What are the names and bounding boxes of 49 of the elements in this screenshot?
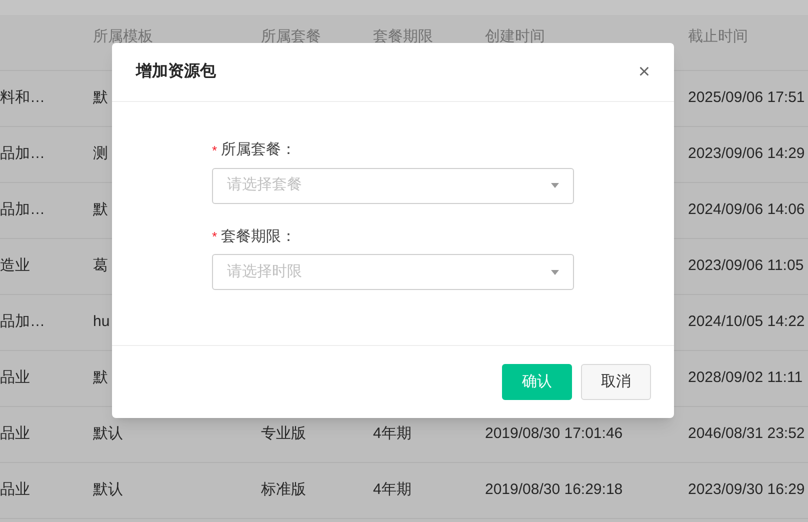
column-header: 所属模板 (93, 29, 153, 44)
required-mark: * (212, 228, 218, 246)
close-button[interactable]: × (638, 62, 650, 82)
table-cell-text: 品业 (0, 480, 30, 500)
field-label: 所属套餐： (221, 140, 296, 160)
table-cell-text: 2046/08/31 23:52 (688, 424, 805, 444)
table-cell-text: 品业 (0, 368, 30, 388)
table-cell-text: 2023/09/06 11:05 (688, 256, 804, 276)
caret-icon (551, 183, 559, 188)
table-cell-text: 2019/08/30 16:29:18 (485, 480, 623, 500)
cancel-button[interactable]: 取消 (581, 364, 651, 400)
required-mark: * (212, 142, 218, 160)
table-cell-text: 造业 (0, 256, 30, 276)
select-placeholder: 请选择套餐 (227, 175, 302, 196)
table-cell-text: 标准版 (261, 480, 306, 500)
table-cell-text: 2019/08/30 17:01:46 (485, 424, 623, 444)
column-header: 截止时间 (688, 29, 748, 44)
column-header: 创建时间 (485, 29, 545, 44)
select-placeholder: 请选择时限 (227, 262, 302, 282)
table-cell-text: 葛 (93, 256, 108, 276)
dialog-title: 增加资源包 (136, 62, 216, 82)
table-cell-text: 默认 (93, 424, 123, 444)
table-cell-text: 测 (93, 144, 108, 164)
field-label: 套餐期限： (221, 226, 296, 246)
table-cell-text: 2023/09/30 16:29 (688, 480, 805, 500)
column-header: 所属套餐 (261, 29, 321, 44)
select-field[interactable]: 请选择套餐 (212, 168, 574, 204)
table-cell-text: 料和… (0, 88, 45, 108)
table-cell-text: hu (93, 312, 110, 332)
table-cell-text: 2024/09/06 14:06 (688, 200, 805, 220)
table-cell-text: 默 (93, 368, 108, 388)
table-cell-text: 品加… (0, 312, 45, 332)
table-cell-text: 2024/10/05 14:22 (688, 312, 805, 332)
table-cell-text: 4年期 (373, 480, 412, 500)
table-cell-text: 4年期 (373, 424, 412, 444)
table-cell-text: 品加… (0, 200, 45, 220)
table-cell-text: 品加… (0, 144, 45, 164)
table-cell-text: 2023/09/06 14:29 (688, 144, 805, 164)
table-cell-text: 默 (93, 88, 108, 108)
confirm-button[interactable]: 确认 (502, 364, 572, 400)
table-cell-text: 品业 (0, 424, 30, 444)
column-header: 套餐期限 (373, 29, 433, 44)
table-cell-text: 2025/09/06 17:51 (688, 88, 805, 108)
table-cell-text: 2028/09/02 11:11 (688, 368, 803, 388)
table-cell-text: 默 (93, 200, 108, 220)
select-field[interactable]: 请选择时限 (212, 254, 574, 290)
table-cell-text: 默认 (93, 480, 123, 500)
table-cell-text: 专业版 (261, 424, 306, 444)
caret-icon (551, 270, 559, 274)
